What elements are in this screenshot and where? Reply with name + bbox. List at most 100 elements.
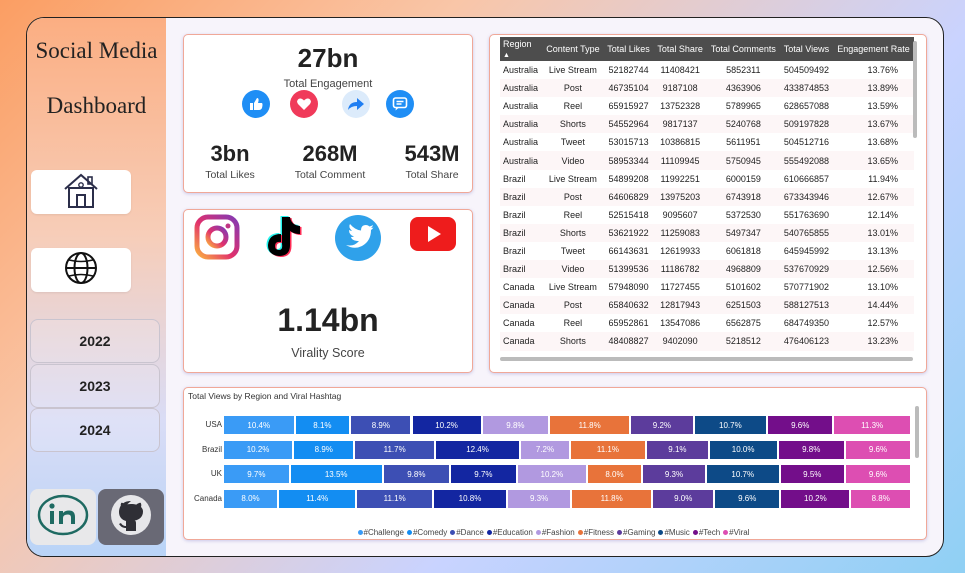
table-row[interactable]: Australia Live Stream 52182744 11408421 5852…	[500, 61, 914, 79]
table-row[interactable]: Australia Post 46735104 9187108 4363906 43387…	[500, 79, 914, 98]
bar-segment[interactable]: 11.7%	[355, 440, 434, 459]
bar-segment[interactable]: 8.9%	[351, 416, 411, 434]
table-vertical-scrollbar[interactable]	[913, 41, 917, 138]
bar-segment[interactable]: 10.7%	[706, 465, 779, 483]
column-header-region[interactable]: Region ▲	[500, 37, 543, 61]
bar-segment[interactable]: 9.3%	[642, 465, 705, 483]
table-row[interactable]: Australia Shorts 54552964 9817137 5240768 509…	[500, 115, 914, 134]
table-cell: 537670929	[779, 260, 833, 279]
bar-segment[interactable]: 9.6%	[768, 416, 833, 434]
bar-segment[interactable]: 10.8%	[433, 489, 507, 508]
chart-scrollbar[interactable]	[915, 406, 919, 458]
legend-item[interactable]: #Music	[658, 528, 690, 537]
tiktok-icon	[260, 214, 308, 265]
legend-item[interactable]: #Dance	[450, 528, 484, 537]
bar-segment[interactable]: 8.9%	[294, 440, 354, 459]
table-cell: 12.14%	[867, 209, 898, 220]
bar-segment[interactable]: 11.8%	[550, 416, 630, 434]
bar-segment[interactable]: 8.1%	[295, 416, 350, 434]
legend-item[interactable]: #Challenge	[357, 528, 404, 537]
bar-segment[interactable]: 9.3%	[508, 489, 571, 508]
bar-segment[interactable]: 9.6%	[845, 440, 910, 459]
column-header-content-type[interactable]: Content Type	[542, 37, 604, 61]
bar-segment[interactable]: 10.4%	[224, 416, 294, 434]
bar-segment[interactable]: 10.0%	[709, 440, 777, 459]
sidebar: Social Media Dashboard 2022 2023 2024	[27, 18, 166, 556]
bar-segment[interactable]: 8.8%	[851, 489, 910, 508]
legend-label: #Fashion	[541, 528, 575, 537]
bar-segment[interactable]: 9.8%	[383, 465, 450, 483]
bar-segment[interactable]: 12.4%	[435, 440, 520, 459]
legend-item[interactable]: #Education	[486, 528, 533, 537]
table-row[interactable]: Brazil Shorts 53621922 11259083 5497347 54076…	[500, 223, 914, 242]
bar-segment[interactable]: 9.6%	[845, 465, 910, 483]
table-cell: 13.59%	[867, 101, 898, 112]
bar-segment[interactable]: 10.2%	[412, 416, 481, 434]
table-row[interactable]: Brazil Video 51399536 11186782 4968809 537670…	[500, 260, 914, 279]
bar-segment[interactable]: 11.1%	[357, 489, 432, 508]
table-row[interactable]: Canada Reel 65952861 13547086 6562875 6847493…	[500, 314, 914, 332]
year-2024-button[interactable]: 2024	[30, 408, 160, 452]
data-label: 8.9%	[371, 420, 390, 430]
bar-segment[interactable]: 9.6%	[715, 489, 780, 508]
linkedin-button[interactable]	[30, 489, 96, 545]
legend-item[interactable]: #Fitness	[577, 528, 614, 537]
legend-item[interactable]: #Comedy	[406, 528, 447, 537]
legend-swatch	[357, 530, 363, 535]
bar-segment[interactable]: 9.0%	[653, 489, 714, 508]
column-header-total-views[interactable]: Total Views	[779, 37, 833, 61]
table-horizontal-scrollbar[interactable]	[500, 357, 913, 361]
bar-segment[interactable]: 9.8%	[778, 440, 844, 459]
table-row[interactable]: Brazil Live Stream 54899208 11992251 6000159…	[500, 170, 914, 188]
table-cell: 13975203	[653, 187, 707, 206]
bar-segment[interactable]: 10.2%	[517, 465, 586, 483]
bar-segment[interactable]: 9.5%	[780, 465, 844, 483]
bar-segment[interactable]: 9.7%	[451, 465, 516, 483]
table-cell: Australia	[500, 79, 543, 98]
chart-legend: #Challenge #Comedy #Dance #Education #Fashio…	[184, 522, 926, 540]
bar-segment[interactable]: 13.5%	[290, 465, 382, 483]
bar-segment[interactable]: 9.2%	[631, 416, 693, 434]
legend-swatch	[535, 530, 541, 535]
legend-item[interactable]: #Tech	[692, 528, 720, 537]
bar-segment[interactable]: 9.8%	[482, 416, 549, 434]
table-row[interactable]: Brazil Post 64606829 13975203 6743918 6733439…	[500, 187, 914, 206]
table-row[interactable]: Brazil Tweet 66143631 12619933 6061818 645945…	[500, 242, 914, 260]
table-cell: Canada	[503, 318, 535, 329]
column-header-total-likes[interactable]: Total Likes	[603, 37, 654, 61]
table-row[interactable]: Canada Live Stream 57948090 11727455 5101602…	[500, 278, 914, 296]
bar-segment[interactable]: 11.4%	[279, 489, 356, 508]
bar-segment[interactable]: 11.8%	[572, 489, 652, 508]
bar-segment[interactable]: 11.1%	[570, 440, 646, 459]
bar-segment[interactable]: 10.2%	[224, 440, 293, 459]
table-row[interactable]: Australia Reel 65915927 13752328 5789965 6286…	[500, 97, 914, 115]
bar-segment[interactable]: 11.3%	[834, 416, 910, 434]
column-header-total-comments[interactable]: Total Comments	[706, 37, 780, 61]
data-label: 9.6%	[791, 420, 810, 430]
data-label: 8.8%	[871, 494, 890, 503]
column-header-total-share[interactable]: Total Share	[653, 37, 707, 61]
bar-segment[interactable]: 10.7%	[694, 416, 767, 434]
table-row[interactable]: Canada Post 65840632 12817943 6251503 5881275…	[500, 296, 914, 315]
year-2023-button[interactable]: 2023	[30, 364, 160, 408]
column-header-engagement-rate[interactable]: Engagement Rate	[832, 37, 914, 61]
bar-segment[interactable]: 8.0%	[587, 465, 641, 483]
bar-segment[interactable]: 10.2%	[781, 489, 850, 508]
table-cell: 673343946	[779, 187, 833, 206]
table-row[interactable]: Australia Video 58953344 11109945 5750945 555…	[500, 151, 914, 170]
virality-score-label: Virality Score	[291, 346, 365, 360]
year-2022-button[interactable]: 2022	[30, 319, 160, 363]
table-row[interactable]: Canada Shorts 48408827 9402090 5218512 476406…	[500, 332, 914, 351]
table-row[interactable]: Brazil Reel 52515418 9095607 5372530 55176369…	[500, 206, 914, 224]
bar-segment[interactable]: 7.2%	[521, 440, 569, 459]
github-button[interactable]	[98, 489, 164, 545]
legend-item[interactable]: #Gaming	[617, 528, 655, 537]
bar-segment[interactable]: 8.0%	[224, 489, 278, 508]
bar-segment[interactable]: 9.1%	[647, 440, 708, 459]
legend-item[interactable]: #Viral	[723, 528, 749, 537]
legend-item[interactable]: #Fashion	[535, 528, 575, 537]
globe-button[interactable]	[31, 248, 131, 292]
table-row[interactable]: Australia Tweet 53015713 10386815 5611951 504…	[500, 133, 914, 151]
home-button[interactable]	[31, 170, 131, 214]
bar-segment[interactable]: 9.7%	[224, 465, 289, 483]
